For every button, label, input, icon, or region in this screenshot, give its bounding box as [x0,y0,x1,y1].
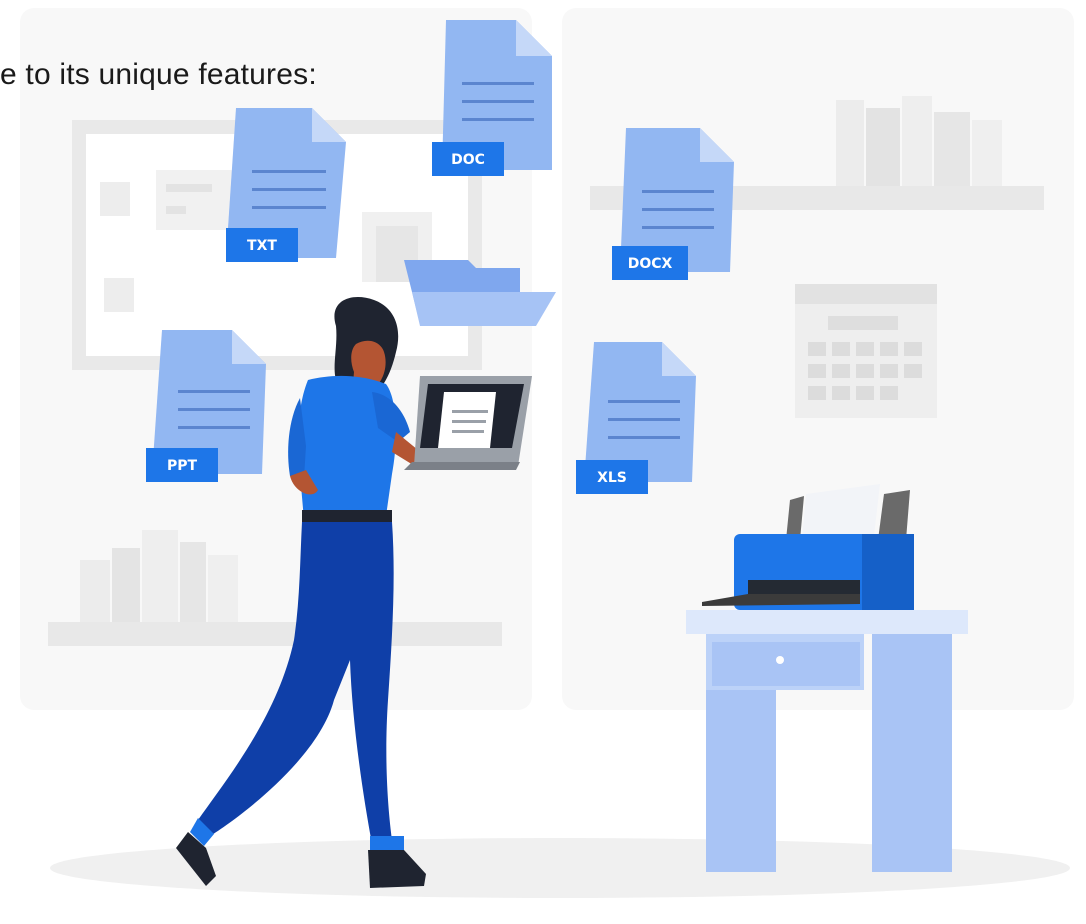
xls-file-label: XLS [597,470,627,486]
doc-file-label: DOC [451,152,485,168]
book [902,96,932,186]
left-shelf [48,622,502,646]
book [142,530,178,622]
desk [686,610,968,872]
calendar-icon [795,284,937,418]
ppt-file-icon: PPT [146,330,266,482]
docx-file-icon: DOCX [612,128,734,280]
whiteboard-line [166,184,212,192]
book [112,548,140,622]
whiteboard-block [104,278,134,312]
xls-file-icon: XLS [576,342,696,494]
illustration-stage: TXT DOC DOCX PPT XLS e to its unique fea… [0,0,1086,924]
book [972,120,1002,186]
book [208,555,238,622]
doc-file-icon: DOC [432,20,552,176]
docx-file-label: DOCX [628,256,673,272]
open-folder-icon [404,260,556,326]
whiteboard-line [166,206,186,214]
book [836,100,864,186]
file-management-illustration: TXT DOC DOCX PPT XLS [20,8,1074,898]
txt-file-label: TXT [247,238,277,254]
book [180,542,206,622]
book [866,108,900,186]
caption-text: e to its unique features: [0,58,317,91]
book [80,560,110,622]
book [934,112,970,186]
whiteboard-block [100,182,130,216]
txt-file-icon: TXT [226,108,346,262]
ppt-file-label: PPT [167,458,198,474]
